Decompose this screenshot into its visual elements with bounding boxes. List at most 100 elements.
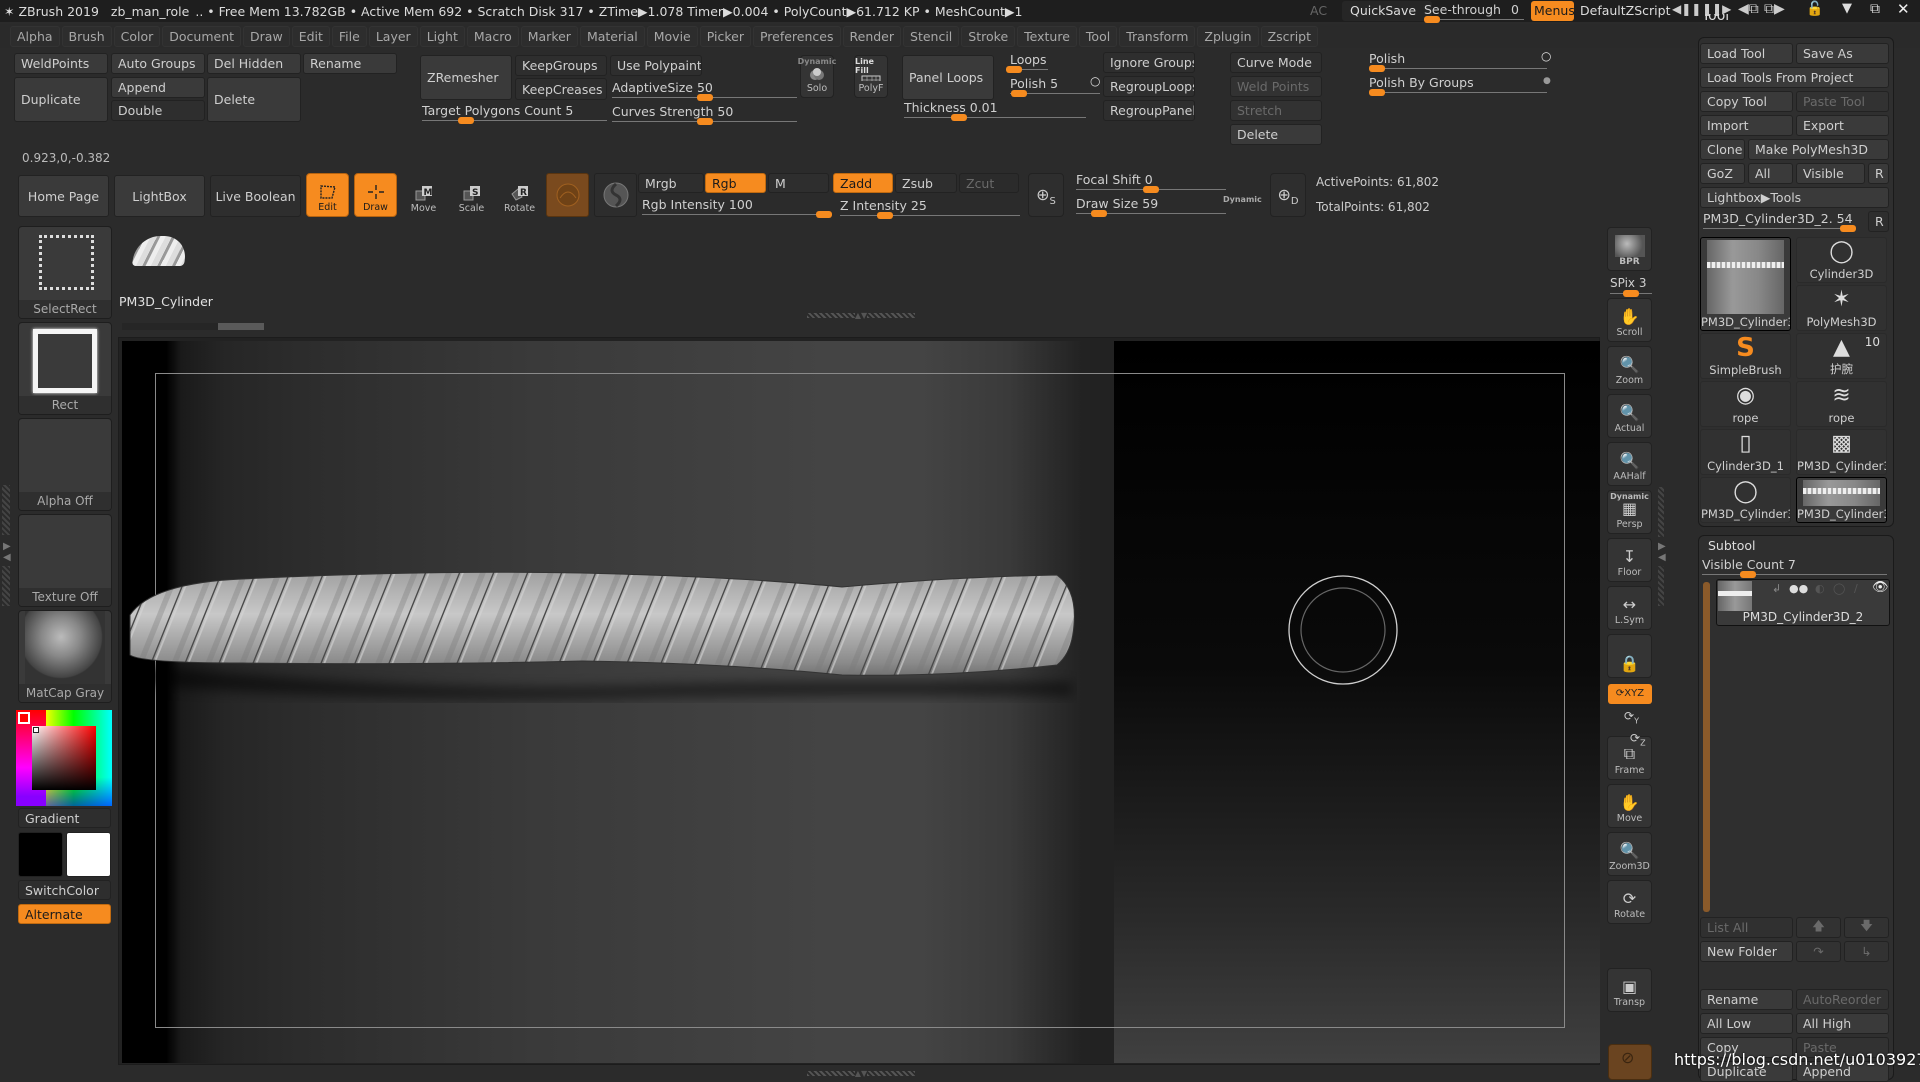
slider-knob[interactable] xyxy=(696,118,713,125)
subtool-list-item[interactable]: ↲ ●● ◐ ◯ ∕ 👁 PM3D_Cylinder3D_2 xyxy=(1716,579,1890,626)
color-picker[interactable] xyxy=(16,710,112,806)
rect-stroke-tile[interactable]: Rect xyxy=(18,322,112,415)
tool-r-button[interactable]: R xyxy=(1868,211,1889,232)
append-button[interactable]: Append xyxy=(111,77,205,98)
slider-knob[interactable] xyxy=(1005,66,1022,73)
local-xyz-rotate-button[interactable]: ⟳XYZ xyxy=(1608,684,1652,704)
menu-alpha[interactable]: Alpha xyxy=(10,25,60,47)
goz-r-button[interactable]: R xyxy=(1868,163,1889,184)
top-tray-toggle[interactable]: ▲▼ xyxy=(796,312,926,320)
weldpoints-button[interactable]: WeldPoints xyxy=(14,53,108,74)
next-layout-icon[interactable]: ⧉▶ xyxy=(1764,1,1785,17)
bpr-button[interactable]: BPR xyxy=(1607,227,1652,271)
ghost-button[interactable]: ⊘ xyxy=(1608,1044,1652,1080)
move-out-folder-button[interactable]: ↳ xyxy=(1844,941,1889,962)
menu-zscript[interactable]: Zscript xyxy=(1260,25,1319,47)
visible-count-slider[interactable]: Visible Count 7 xyxy=(1702,557,1887,578)
del-hidden-button[interactable]: Del Hidden xyxy=(207,53,301,74)
current-tool-thumbnail[interactable] xyxy=(131,236,189,266)
menu-file[interactable]: File xyxy=(331,25,367,47)
lightbox-button[interactable]: LightBox xyxy=(114,175,205,217)
load-tools-from-project-button[interactable]: Load Tools From Project xyxy=(1700,67,1889,88)
move-up-button[interactable]: 🡅 xyxy=(1796,917,1841,938)
select-rect-tile[interactable]: SelectRect xyxy=(18,226,112,319)
slider-knob[interactable] xyxy=(1369,89,1385,96)
subtool-scrollbar[interactable] xyxy=(1703,582,1710,912)
dynamic-size-toggle[interactable]: Dynamic xyxy=(1223,195,1262,204)
zadd-button[interactable]: Zadd xyxy=(833,173,893,193)
move-view-button[interactable]: ✋ Move xyxy=(1607,784,1652,828)
menu-texture[interactable]: Texture xyxy=(1017,25,1077,47)
tool-thumbnail[interactable]: ◯ Cylinder3D xyxy=(1796,237,1887,283)
scroll-view-button[interactable]: ✋ Scroll xyxy=(1607,298,1652,342)
subtool-shade-icon[interactable]: ◐ xyxy=(1815,582,1825,595)
slider-knob[interactable] xyxy=(1740,571,1757,578)
zoom3d-view-button[interactable]: 🔍 Zoom3D xyxy=(1607,832,1652,876)
export-button[interactable]: Export xyxy=(1796,115,1889,136)
scale-mode-button[interactable]: S Scale xyxy=(450,173,493,217)
subtool-title[interactable]: Subtool xyxy=(1708,538,1755,553)
close-icon[interactable]: ✕ xyxy=(1897,0,1910,18)
menu-picker[interactable]: Picker xyxy=(699,25,751,47)
menu-macro[interactable]: Macro xyxy=(466,25,519,47)
menu-movie[interactable]: Movie xyxy=(646,25,698,47)
move-mode-button[interactable]: M Move xyxy=(402,173,445,217)
make-polymesh3d-button[interactable]: Make PolyMesh3D xyxy=(1748,139,1889,160)
floor-view-button[interactable]: ↧ Floor xyxy=(1607,538,1652,582)
doc-scrollbar[interactable] xyxy=(122,323,264,330)
gradient-button[interactable]: Gradient xyxy=(18,808,111,828)
use-polypaint-button[interactable]: Use Polypaint xyxy=(610,55,702,76)
menu-tool[interactable]: Tool xyxy=(1078,25,1118,47)
rotate-y-icon[interactable]: ⟳Y xyxy=(1624,709,1639,725)
menu-zplugin[interactable]: Zplugin xyxy=(1197,25,1259,47)
spix-slider[interactable]: SPix 3 xyxy=(1610,276,1652,297)
slider-knob[interactable] xyxy=(1090,210,1107,217)
focal-shift-slider[interactable]: Focal Shift 0 xyxy=(1076,172,1226,193)
curve-mode-button[interactable]: Curve Mode xyxy=(1230,52,1322,73)
tool-thumbnail[interactable]: ▯ Cylinder3D_1 xyxy=(1700,429,1791,475)
see-through-slider[interactable]: See-through 0 xyxy=(1424,2,1524,23)
menu-transform[interactable]: Transform xyxy=(1119,25,1196,47)
slider-knob[interactable] xyxy=(1011,90,1027,97)
copy-tool-button[interactable]: Copy Tool xyxy=(1700,91,1793,112)
texture-tile[interactable]: Texture Off xyxy=(18,514,112,607)
subtool-visibility-eye-icon[interactable]: 👁 xyxy=(1872,580,1889,595)
material-tile[interactable]: MatCap Gray xyxy=(18,610,112,703)
lightbox-tools-button[interactable]: Lightbox▶Tools xyxy=(1700,187,1889,208)
polish-by-groups-slider[interactable]: Polish By Groups xyxy=(1369,75,1547,96)
rope-3d-model[interactable] xyxy=(122,565,1077,705)
current-tool-slider[interactable]: PM3D_Cylinder3D_2. 54 xyxy=(1703,211,1857,232)
draw-size-slider[interactable]: Draw Size 59 xyxy=(1076,196,1226,217)
polish-slider[interactable]: Polish 5 xyxy=(1010,76,1100,97)
zoom-view-button[interactable]: 🔍 Zoom xyxy=(1607,346,1652,390)
actual-view-button[interactable]: 🔍 Actual xyxy=(1607,394,1652,438)
panel-loops-button[interactable]: Panel Loops xyxy=(902,55,994,100)
tool-thumbnail[interactable]: ▲ 护腕 10 xyxy=(1796,333,1887,379)
menu-document[interactable]: Document xyxy=(162,25,242,47)
switch-color-button[interactable]: SwitchColor xyxy=(18,880,111,900)
all-low-button[interactable]: All Low xyxy=(1700,1013,1793,1034)
tool-panel-title[interactable]: Tool xyxy=(1702,14,1729,24)
keepcreases-button[interactable]: KeepCreases xyxy=(515,78,607,100)
slider-knob[interactable] xyxy=(950,114,967,121)
menu-edit[interactable]: Edit xyxy=(291,25,330,47)
regroup-loops-button[interactable]: RegroupLoops xyxy=(1103,76,1195,97)
see-through-knob[interactable] xyxy=(1424,16,1440,23)
z-intensity-slider[interactable]: Z Intensity 25 xyxy=(840,198,1020,219)
material-swatch-button[interactable] xyxy=(546,173,589,217)
zremesher-button[interactable]: ZRemesher xyxy=(420,55,512,100)
secondary-color-swatch[interactable] xyxy=(18,832,63,877)
bottom-tray-toggle[interactable]: ▲▼ xyxy=(796,1070,926,1078)
tool-thumbnail[interactable]: ✶ PolyMesh3D xyxy=(1796,285,1887,331)
shrink-ui-icon[interactable]: ◀❚❚ xyxy=(1672,2,1701,16)
menu-brush[interactable]: Brush xyxy=(61,25,112,47)
weld-points-button[interactable]: Weld Points xyxy=(1230,76,1322,97)
menu-draw[interactable]: Draw xyxy=(243,25,290,47)
menu-color[interactable]: Color xyxy=(113,25,161,47)
move-into-folder-button[interactable]: ↷ xyxy=(1796,941,1841,962)
polish-circle-toggle[interactable]: ○ xyxy=(1090,74,1100,88)
zcut-button[interactable]: Zcut xyxy=(959,173,1019,193)
doc-scrollbar-thumb[interactable] xyxy=(218,323,264,330)
thickness-slider[interactable]: Thickness 0.01 xyxy=(904,100,1086,121)
left-tray-toggle-icon[interactable]: ▶ ◀ xyxy=(3,541,11,563)
